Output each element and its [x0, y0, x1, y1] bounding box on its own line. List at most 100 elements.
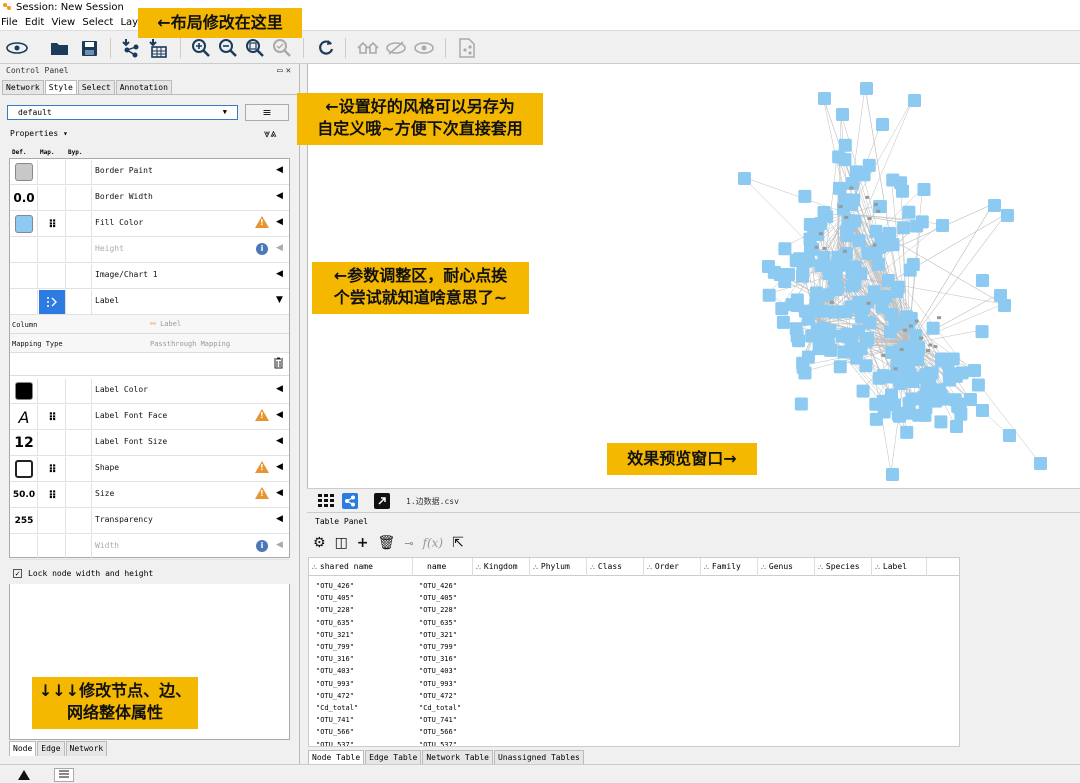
property-shape[interactable]: ⠿ Shape ◀ [10, 456, 289, 482]
network-node[interactable] [968, 364, 981, 377]
bypass-cell[interactable] [67, 379, 92, 403]
shared-name-cell[interactable]: "OTU_316" [316, 653, 354, 665]
network-node[interactable] [790, 322, 803, 335]
network-node[interactable] [892, 408, 905, 421]
trash-icon[interactable] [273, 357, 284, 372]
default-value-cell[interactable] [11, 457, 38, 481]
expand-arrow-icon[interactable]: ◀ [276, 488, 283, 498]
network-node[interactable] [762, 260, 775, 273]
network-node[interactable] [956, 366, 969, 379]
network-node[interactable] [911, 353, 924, 366]
network-node[interactable] [1034, 457, 1047, 470]
network-node[interactable] [936, 219, 949, 232]
eye-session-icon[interactable] [6, 37, 28, 59]
style-dropdown[interactable]: default ▼ [7, 105, 238, 120]
network-node[interactable] [905, 312, 918, 325]
column-header[interactable]: ⛬Species [815, 558, 872, 576]
bypass-cell[interactable] [67, 457, 92, 481]
network-node[interactable] [904, 264, 917, 277]
property-border-width[interactable]: 0.0 Border Width ◀ [10, 185, 289, 211]
mapping-cell[interactable] [39, 535, 66, 559]
name-cell[interactable]: "OTU_403" [419, 665, 457, 677]
property-label-color[interactable]: Label Color ◀ [10, 378, 289, 404]
bypass-cell[interactable] [67, 405, 92, 429]
default-value-cell[interactable] [11, 212, 38, 236]
network-node[interactable] [876, 118, 889, 131]
table-row[interactable]: "OTU_993""OTU_993" [309, 678, 960, 690]
network-node[interactable] [796, 270, 809, 283]
network-node[interactable] [834, 360, 847, 373]
name-cell[interactable]: "OTU_321" [419, 629, 457, 641]
name-cell[interactable]: "OTU_993" [419, 678, 457, 690]
open-folder-icon[interactable] [49, 37, 71, 59]
menu-file[interactable]: File [0, 17, 19, 28]
network-node[interactable] [954, 408, 967, 421]
default-value-cell[interactable] [11, 290, 38, 314]
network-node[interactable] [917, 391, 930, 404]
network-node[interactable] [917, 183, 930, 196]
network-node[interactable] [885, 308, 898, 321]
bypass-cell[interactable] [67, 160, 92, 184]
mapping-cell[interactable] [39, 186, 66, 210]
import-network-icon[interactable] [120, 37, 142, 59]
function-builder-icon[interactable]: f(x) [423, 536, 444, 550]
network-node[interactable] [777, 316, 790, 329]
network-node[interactable] [802, 312, 815, 325]
network-nodes[interactable] [738, 82, 1047, 481]
expand-arrow-icon[interactable]: ◀ [276, 462, 283, 472]
network-node[interactable] [821, 288, 834, 301]
bypass-cell[interactable] [67, 212, 92, 236]
network-node[interactable] [798, 190, 811, 203]
network-node[interactable] [994, 289, 1007, 302]
network-node[interactable] [763, 289, 776, 302]
name-cell[interactable]: "OTU_566" [419, 726, 457, 738]
tab-node-table[interactable]: Node Table [308, 750, 364, 764]
network-node[interactable] [896, 185, 909, 198]
network-node[interactable] [863, 317, 876, 330]
table-row[interactable]: "OTU_635""OTU_635" [309, 617, 960, 629]
shared-name-cell[interactable]: "OTU_321" [316, 629, 354, 641]
mapping-column-value[interactable]: ⚯ Label [150, 320, 181, 328]
tab-edge[interactable]: Edge [37, 741, 64, 756]
expand-arrow-icon[interactable]: ◀ [276, 243, 283, 253]
network-node[interactable] [809, 298, 822, 311]
network-node[interactable] [976, 325, 989, 338]
network-node[interactable] [823, 325, 836, 338]
tab-select[interactable]: Select [78, 80, 115, 94]
home-icon[interactable] [357, 37, 379, 59]
network-node[interactable] [908, 94, 921, 107]
property-label[interactable]: Label ▼ [10, 289, 289, 315]
bypass-cell[interactable] [67, 509, 92, 533]
network-node[interactable] [1001, 209, 1014, 222]
network-file-name[interactable]: 1.边数据.csv [406, 496, 459, 507]
property-width[interactable]: Width i ◀ [10, 534, 289, 560]
table-row[interactable]: "OTU_405""OTU_405" [309, 592, 960, 604]
name-cell[interactable]: "Cd_total" [419, 702, 461, 714]
default-value-cell[interactable]: 255 [11, 509, 38, 533]
network-node[interactable] [863, 159, 876, 172]
network-node[interactable] [855, 342, 868, 355]
mapping-type-value[interactable]: Passthrough Mapping [150, 340, 230, 348]
detach-view-icon[interactable] [374, 493, 390, 509]
table-row[interactable]: "OTU_321" "OTU_321" [309, 629, 960, 641]
bypass-cell[interactable] [67, 431, 92, 455]
network-view-icon[interactable] [342, 493, 358, 509]
gear-icon[interactable]: ⚙ [313, 535, 326, 551]
network-node[interactable] [877, 369, 890, 382]
expand-arrow-icon[interactable]: ◀ [276, 540, 283, 550]
network-node[interactable] [893, 377, 906, 390]
network-node[interactable] [860, 82, 873, 95]
tab-network[interactable]: Network [2, 80, 44, 94]
default-value-cell[interactable]: A [11, 405, 38, 429]
name-cell[interactable]: "OTU_537" [419, 739, 457, 747]
column-header[interactable]: name [413, 558, 473, 576]
add-column-icon[interactable]: + [357, 535, 369, 551]
expand-arrow-icon[interactable]: ◀ [276, 514, 283, 524]
network-node[interactable] [778, 242, 791, 255]
tab-style[interactable]: Style [45, 80, 77, 94]
bypass-cell[interactable] [67, 535, 92, 559]
property-height[interactable]: Height i ◀ [10, 237, 289, 263]
network-node[interactable] [813, 342, 826, 355]
hide-icon[interactable] [385, 37, 407, 59]
column-header[interactable]: ⛬Class [587, 558, 644, 576]
